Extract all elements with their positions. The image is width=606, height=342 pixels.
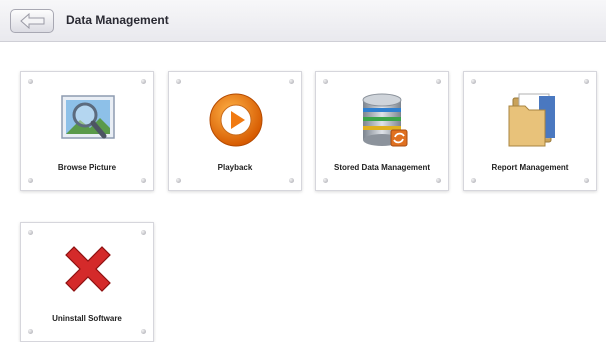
tile-uninstall-software[interactable]: Uninstall Software	[20, 222, 154, 342]
pin-decoration	[141, 329, 146, 334]
pin-decoration	[28, 230, 33, 235]
tile-playback[interactable]: Playback	[168, 71, 302, 191]
pin-decoration	[289, 79, 294, 84]
page-title: Data Management	[66, 13, 169, 27]
tile-label: Uninstall Software	[52, 314, 122, 323]
tile-label: Report Management	[491, 163, 569, 172]
tile-browse-picture[interactable]: Browse Picture	[20, 71, 154, 191]
play-icon	[209, 93, 263, 147]
tile-report-management[interactable]: Report Management	[463, 71, 597, 191]
pin-decoration	[28, 178, 33, 183]
picture-magnifier-icon	[61, 95, 115, 139]
red-x-icon	[65, 246, 111, 292]
pin-decoration	[28, 329, 33, 334]
folder-icon	[508, 93, 555, 147]
pin-decoration	[471, 79, 476, 84]
tile-label: Stored Data Management	[333, 163, 431, 172]
pin-decoration	[176, 79, 181, 84]
pin-decoration	[141, 178, 146, 183]
tile-label: Playback	[217, 163, 253, 172]
pin-decoration	[584, 79, 589, 84]
database-icon	[362, 93, 408, 147]
pin-decoration	[323, 79, 328, 84]
tile-stored-data-management[interactable]: Stored Data Management	[315, 71, 449, 191]
pin-decoration	[436, 79, 441, 84]
pin-decoration	[436, 178, 441, 183]
back-button[interactable]	[10, 9, 54, 33]
tile-label: Browse Picture	[57, 163, 117, 172]
pin-decoration	[176, 178, 181, 183]
pin-decoration	[584, 178, 589, 183]
pin-decoration	[289, 178, 294, 183]
pin-decoration	[28, 79, 33, 84]
title-bar: Data Management	[0, 0, 606, 42]
pin-decoration	[471, 178, 476, 183]
pin-decoration	[141, 79, 146, 84]
pin-decoration	[141, 230, 146, 235]
pin-decoration	[323, 178, 328, 183]
back-arrow-icon	[20, 13, 45, 29]
